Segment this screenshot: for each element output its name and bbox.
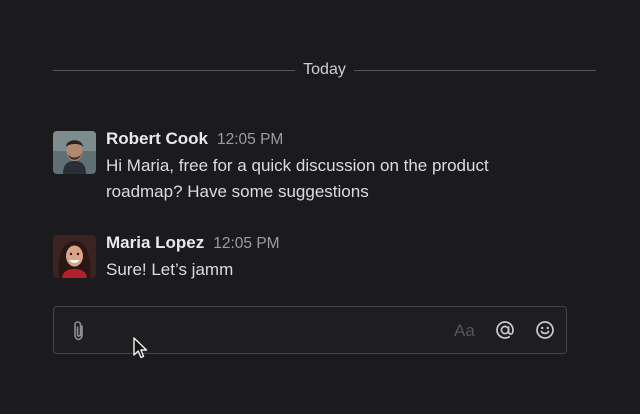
avatar-maria-lopez-image: [53, 235, 96, 278]
avatar[interactable]: [53, 235, 96, 278]
date-divider-label: Today: [303, 61, 346, 78]
chat-panel: Today Robert Cook 12:05 PM Hi Maria, fre…: [0, 0, 640, 414]
message-body: Maria Lopez 12:05 PM Sure! Let’s jamm: [106, 233, 546, 283]
message-composer: Aa: [53, 306, 567, 354]
smiley-icon[interactable]: [534, 319, 556, 341]
message-header: Maria Lopez 12:05 PM: [106, 233, 546, 255]
message-timestamp: 12:05 PM: [213, 235, 280, 252]
message-body: Robert Cook 12:05 PM Hi Maria, free for …: [106, 129, 546, 205]
message-item: Robert Cook 12:05 PM Hi Maria, free for …: [53, 129, 546, 205]
mouse-pointer-icon: [132, 336, 150, 360]
avatar[interactable]: [53, 131, 96, 174]
message-text: Hi Maria, free for a quick discussion on…: [106, 156, 489, 201]
message-text: Sure! Let’s jamm: [106, 260, 234, 279]
message-timestamp: 12:05 PM: [217, 131, 284, 148]
divider-line-left: [53, 69, 296, 71]
at-sign-icon[interactable]: [494, 319, 516, 341]
date-divider: Today: [53, 58, 597, 82]
paperclip-icon[interactable]: [70, 320, 88, 342]
message-author[interactable]: Robert Cook: [106, 129, 208, 149]
message-input[interactable]: [98, 315, 452, 347]
divider-line-right: [353, 69, 597, 71]
message-item: Maria Lopez 12:05 PM Sure! Let’s jamm: [53, 233, 546, 283]
text-format-button[interactable]: Aa: [454, 321, 475, 341]
avatar-robert-cook-image: [53, 131, 96, 174]
message-author[interactable]: Maria Lopez: [106, 233, 204, 253]
message-header: Robert Cook 12:05 PM: [106, 129, 546, 151]
